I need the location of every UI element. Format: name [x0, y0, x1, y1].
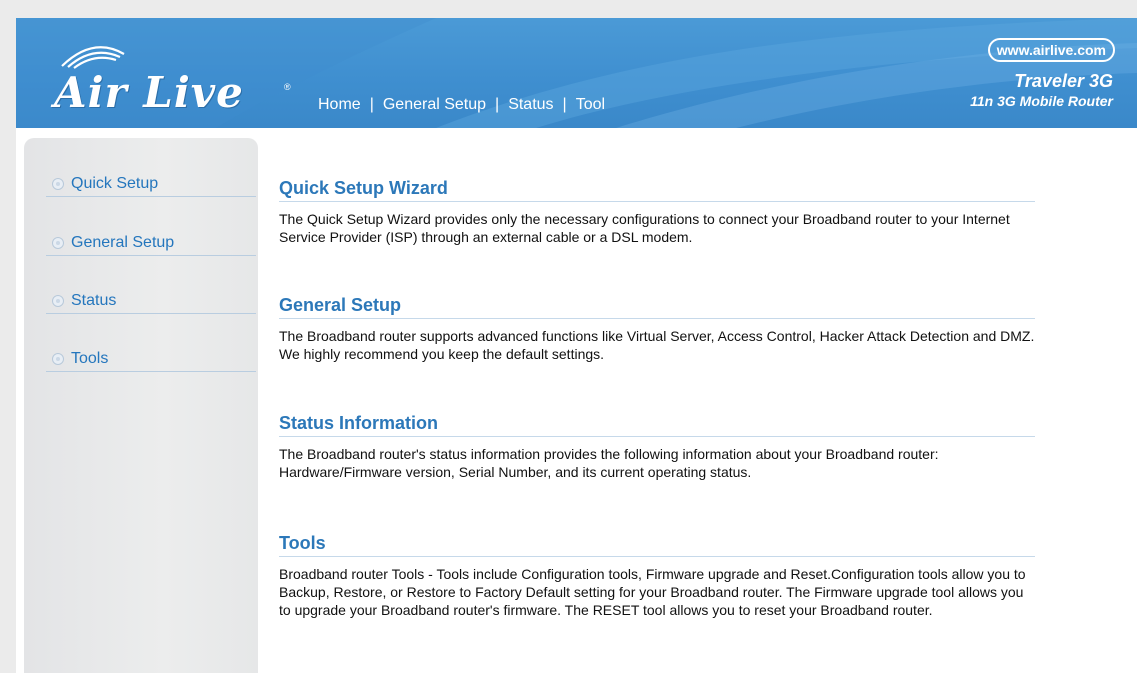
website-url-badge[interactable]: www.airlive.com [987, 38, 1115, 62]
section-status-information: Status Information The Broadband router'… [279, 412, 1035, 481]
section-description: The Broadband router supports advanced f… [279, 328, 1035, 362]
product-info: Traveler 3G 11n 3G Mobile Router [970, 70, 1113, 110]
sidebar-item-label: Status [71, 292, 117, 309]
circle-bullet-icon [52, 353, 64, 365]
sidebar: Quick Setup General Setup Status Tools [24, 138, 258, 673]
section-title: Quick Setup Wizard [279, 177, 1035, 202]
nav-home-link[interactable]: Home [318, 96, 361, 113]
sidebar-item-quick-setup[interactable]: Quick Setup [46, 174, 256, 197]
sidebar-item-general-setup[interactable]: General Setup [46, 233, 256, 256]
wifi-arcs-icon [61, 46, 125, 69]
section-description: Broadband router Tools - Tools include C… [279, 566, 1026, 618]
nav-separator: | [369, 96, 374, 113]
brand-name: Air Live [54, 68, 244, 117]
section-general-setup: General Setup The Broadband router suppo… [279, 294, 1035, 363]
section-title: General Setup [279, 294, 1035, 319]
page-frame: Air Live ® Home | General Setup | Status | Too… [16, 18, 1137, 673]
nav-general-setup-link[interactable]: General Setup [383, 96, 486, 113]
nav-separator: | [495, 96, 500, 113]
circle-bullet-icon [52, 295, 64, 307]
top-navigation: Home | General Setup | Status | Tool [318, 96, 605, 114]
sidebar-item-label: General Setup [71, 234, 175, 251]
nav-tool-link[interactable]: Tool [576, 96, 605, 113]
section-description: The Quick Setup Wizard provides only the… [279, 211, 1010, 245]
header-banner: Air Live ® Home | General Setup | Status | Too… [16, 18, 1137, 128]
circle-bullet-icon [52, 237, 64, 249]
section-title: Tools [279, 532, 1035, 557]
sidebar-item-label: Tools [71, 350, 109, 367]
sidebar-item-label: Quick Setup [71, 175, 159, 192]
product-description: 11n 3G Mobile Router [970, 93, 1113, 109]
registered-mark: ® [284, 82, 291, 92]
section-tools: Tools Broadband router Tools - Tools inc… [279, 532, 1035, 619]
section-title: Status Information [279, 412, 1035, 437]
circle-bullet-icon [52, 178, 64, 190]
nav-separator: | [562, 96, 567, 113]
section-quick-setup-wizard: Quick Setup Wizard The Quick Setup Wizar… [279, 177, 1035, 246]
nav-status-link[interactable]: Status [508, 96, 553, 113]
sidebar-item-status[interactable]: Status [46, 291, 256, 314]
airlive-logo[interactable]: Air Live ® [40, 38, 300, 118]
product-model: Traveler 3G [1014, 71, 1113, 91]
sidebar-item-tools[interactable]: Tools [46, 349, 256, 372]
section-description: The Broadband router's status informatio… [279, 446, 939, 480]
